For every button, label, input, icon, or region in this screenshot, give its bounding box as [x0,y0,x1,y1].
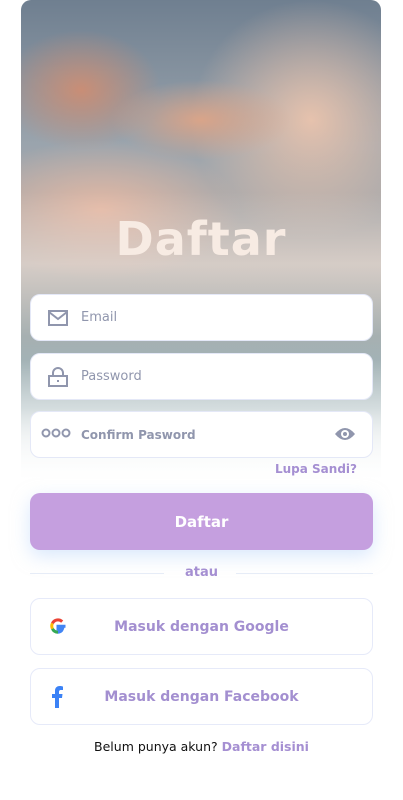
register-button[interactable]: Daftar [30,493,373,550]
google-login-button[interactable]: Masuk dengan Google [30,598,373,655]
password-placeholder: Password [81,369,142,384]
facebook-icon [51,686,63,712]
confirm-password-field[interactable]: Confirm Pasword [30,411,373,458]
divider-label: atau [184,565,218,580]
password-field[interactable]: Password [30,353,373,400]
page-title: Daftar [115,212,287,266]
dots-icon [41,427,71,442]
lock-icon [47,366,69,387]
eye-icon[interactable] [334,425,356,447]
mail-icon [47,309,69,326]
google-label: Masuk dengan Google [114,618,289,635]
facebook-label: Masuk dengan Facebook [104,688,299,705]
forgot-password-link[interactable]: Lupa Sandi? [275,462,357,476]
confirm-password-placeholder: Confirm Pasword [81,427,196,442]
signup-link[interactable]: Daftar disini [222,739,309,754]
hero-image: Daftar [21,0,381,480]
signup-prompt: Belum punya akun? Daftar disini [0,739,403,754]
signup-text: Belum punya akun? [94,739,218,754]
email-placeholder: Email [81,310,118,325]
google-icon [49,617,67,639]
facebook-login-button[interactable]: Masuk dengan Facebook [30,668,373,725]
email-field[interactable]: Email [30,294,373,341]
